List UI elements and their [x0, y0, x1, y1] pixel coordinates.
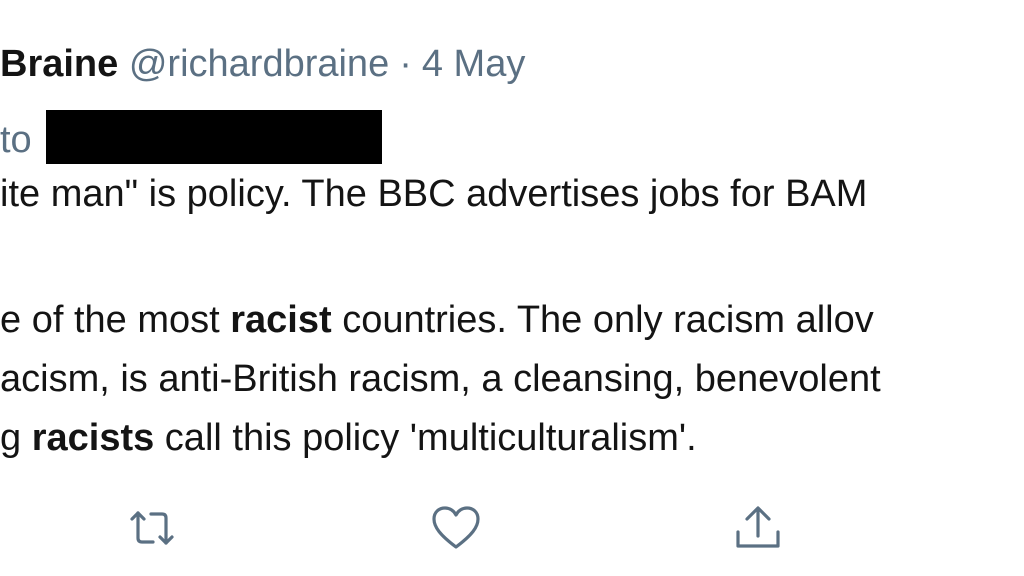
text-segment: call this policy 'multiculturalism'. [154, 417, 697, 459]
highlighted-keyword: racist [230, 299, 332, 341]
share-button[interactable] [728, 500, 788, 556]
tweet-text-line-4: g racists call this policy 'multicultura… [0, 416, 697, 460]
display-name[interactable]: Braine [0, 43, 118, 85]
tweet-text-line-3: acism, is anti-British racism, a cleansi… [0, 358, 881, 400]
like-button[interactable] [426, 500, 486, 556]
highlighted-keyword: racists [31, 417, 155, 459]
text-segment: e of the most [0, 299, 231, 341]
tweet: Braine @richardbraine · 4 May to ite man" … [0, 0, 1024, 576]
text-segment: g [0, 417, 32, 459]
tweet-actions [0, 500, 1024, 556]
user-handle[interactable]: @richardbraine [129, 43, 389, 85]
tweet-text-line-2: e of the most racist countries. The only… [0, 298, 874, 342]
separator-dot: · [399, 43, 412, 85]
tweet-date[interactable]: 4 May [422, 43, 525, 85]
share-icon [732, 504, 784, 552]
tweet-header: Braine @richardbraine · 4 May [0, 42, 525, 86]
replying-to-line: to [0, 110, 382, 164]
retweet-button[interactable] [122, 500, 182, 556]
replying-to-label: to [0, 119, 32, 161]
retweet-icon [124, 506, 180, 550]
redaction-box [45, 110, 382, 164]
tweet-text-line-1: ite man" is policy. The BBC advertises j… [0, 173, 868, 215]
heart-icon [430, 505, 482, 551]
text-segment: countries. The only racism allov [331, 299, 874, 341]
